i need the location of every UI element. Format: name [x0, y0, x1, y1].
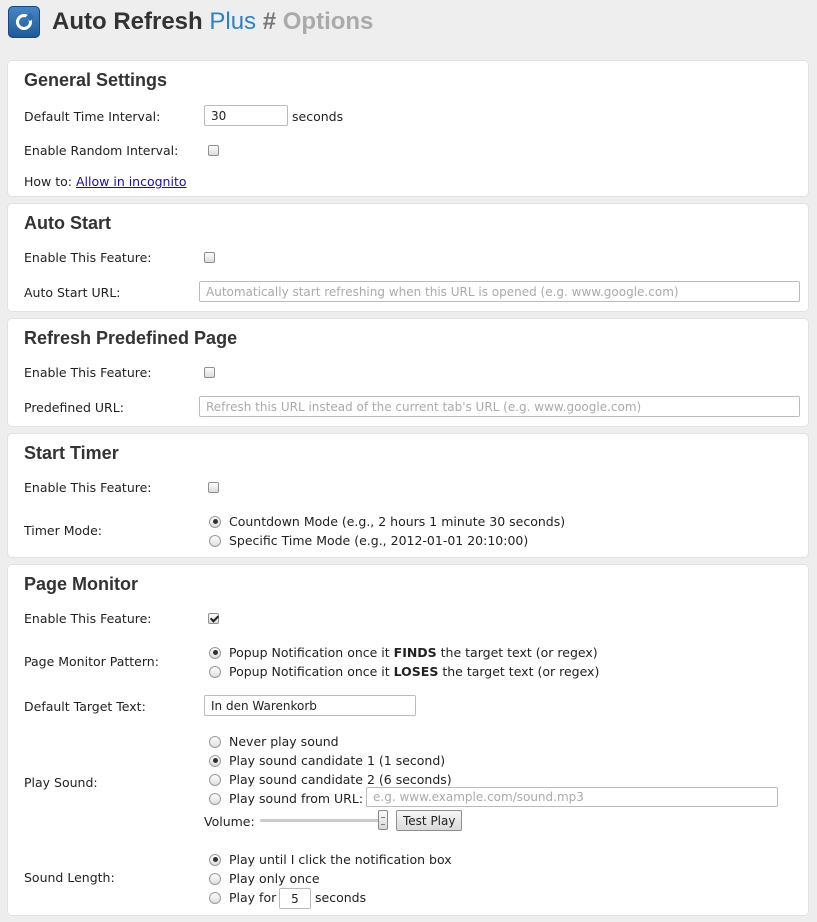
- start-timer-enable-checkbox[interactable]: [208, 482, 219, 493]
- predefined-enable-label: Enable This Feature:: [24, 365, 152, 380]
- sound-url-option[interactable]: Play sound from URL:: [209, 789, 363, 808]
- countdown-mode-option[interactable]: Countdown Mode (e.g., 2 hours 1 minute 3…: [209, 512, 565, 531]
- start-timer-panel: Start Timer Enable This Feature: Timer M…: [8, 434, 808, 557]
- play-sound-label: Play Sound:: [24, 775, 98, 790]
- page-monitor-enable-checkbox[interactable]: [208, 613, 219, 624]
- howto-line: How to: Allow in incognito: [24, 174, 187, 189]
- page-monitor-heading: Page Monitor: [24, 574, 139, 594]
- volume-label: Volume:: [204, 814, 255, 829]
- timer-mode-group: Countdown Mode (e.g., 2 hours 1 minute 3…: [209, 512, 565, 550]
- volume-slider-track[interactable]: [260, 819, 388, 822]
- auto-start-url-input[interactable]: [199, 281, 800, 302]
- sound-never-radio[interactable]: [209, 735, 221, 748]
- auto-start-heading: Auto Start: [24, 213, 111, 233]
- test-play-button[interactable]: Test Play: [396, 810, 463, 831]
- pattern-finds-radio[interactable]: [209, 646, 221, 659]
- start-timer-heading: Start Timer: [24, 443, 119, 463]
- length-seconds-option[interactable]: Play for: [209, 888, 276, 907]
- predefined-url-label: Predefined URL:: [24, 400, 124, 415]
- interval-label: Default Time Interval:: [24, 109, 161, 124]
- specific-time-mode-radio[interactable]: [209, 534, 221, 547]
- length-until-click-radio[interactable]: [209, 853, 221, 866]
- sound-candidate-1-option[interactable]: Play sound candidate 1 (1 second): [209, 751, 445, 770]
- sound-never-option[interactable]: Never play sound: [209, 732, 339, 751]
- length-seconds-input[interactable]: [279, 888, 311, 909]
- predefined-url-input[interactable]: [199, 396, 800, 417]
- countdown-mode-radio[interactable]: [209, 515, 221, 528]
- volume-slider-thumb[interactable]: [378, 810, 388, 830]
- incognito-link[interactable]: Allow in incognito: [76, 174, 187, 189]
- predefined-page-heading: Refresh Predefined Page: [24, 328, 238, 348]
- target-text-label: Default Target Text:: [24, 699, 146, 714]
- general-settings-panel: General Settings Default Time Interval: …: [8, 61, 808, 196]
- random-interval-label: Enable Random Interval:: [24, 143, 179, 158]
- length-seconds-radio[interactable]: [209, 891, 221, 904]
- refresh-logo-icon: [8, 6, 40, 38]
- page-monitor-enable-label: Enable This Feature:: [24, 611, 152, 626]
- start-timer-enable-label: Enable This Feature:: [24, 480, 152, 495]
- howto-label: How to:: [24, 174, 73, 189]
- sound-url-radio[interactable]: [209, 792, 221, 805]
- length-once-option[interactable]: Play only once: [209, 869, 320, 888]
- sound-length-label: Sound Length:: [24, 870, 115, 885]
- sound-url-input[interactable]: [366, 787, 778, 807]
- sound-candidate-2-radio[interactable]: [209, 773, 221, 786]
- length-until-click-option[interactable]: Play until I click the notification box: [209, 850, 452, 869]
- predefined-enable-checkbox[interactable]: [204, 367, 215, 378]
- auto-start-panel: Auto Start Enable This Feature: Auto Sta…: [8, 204, 808, 311]
- general-settings-heading: General Settings: [24, 70, 168, 90]
- random-interval-checkbox[interactable]: [208, 145, 219, 156]
- pattern-group: Popup Notification once it FINDS the tar…: [209, 643, 599, 681]
- length-once-radio[interactable]: [209, 872, 221, 885]
- pattern-loses-option[interactable]: Popup Notification once it LOSES the tar…: [209, 662, 599, 681]
- predefined-page-panel: Refresh Predefined Page Enable This Feat…: [8, 319, 808, 426]
- auto-start-enable-label: Enable This Feature:: [24, 250, 152, 265]
- auto-start-url-label: Auto Start URL:: [24, 285, 121, 300]
- auto-start-enable-checkbox[interactable]: [204, 252, 215, 263]
- timer-mode-label: Timer Mode:: [24, 523, 102, 538]
- interval-input[interactable]: [204, 105, 288, 126]
- specific-time-mode-option[interactable]: Specific Time Mode (e.g., 2012-01-01 20:…: [209, 531, 528, 550]
- pattern-label: Page Monitor Pattern:: [24, 654, 159, 669]
- interval-unit: seconds: [292, 109, 344, 124]
- pattern-loses-radio[interactable]: [209, 665, 221, 678]
- sound-candidate-1-radio[interactable]: [209, 754, 221, 767]
- pattern-finds-option[interactable]: Popup Notification once it FINDS the tar…: [209, 643, 598, 662]
- target-text-input[interactable]: [204, 695, 416, 716]
- page-monitor-panel: Page Monitor Enable This Feature: Page M…: [8, 565, 808, 915]
- page-header: Auto Refresh Plus # Options: [8, 6, 373, 38]
- page-title: Auto Refresh Plus # Options: [52, 8, 374, 35]
- length-seconds-unit: seconds: [315, 890, 367, 905]
